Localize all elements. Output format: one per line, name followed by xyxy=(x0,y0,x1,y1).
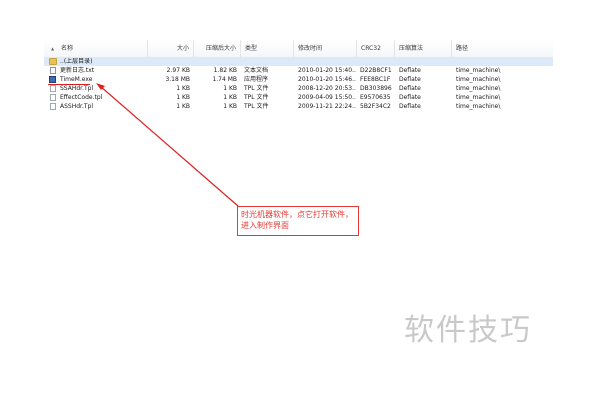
annotation-text: 时光机器软件，点它打开软件，进入制作界面 xyxy=(241,210,353,230)
annotation-callout: 时光机器软件，点它打开软件，进入制作界面 xyxy=(237,206,359,236)
arrow-line xyxy=(99,85,239,207)
watermark-text: 软件技巧 xyxy=(404,313,532,348)
